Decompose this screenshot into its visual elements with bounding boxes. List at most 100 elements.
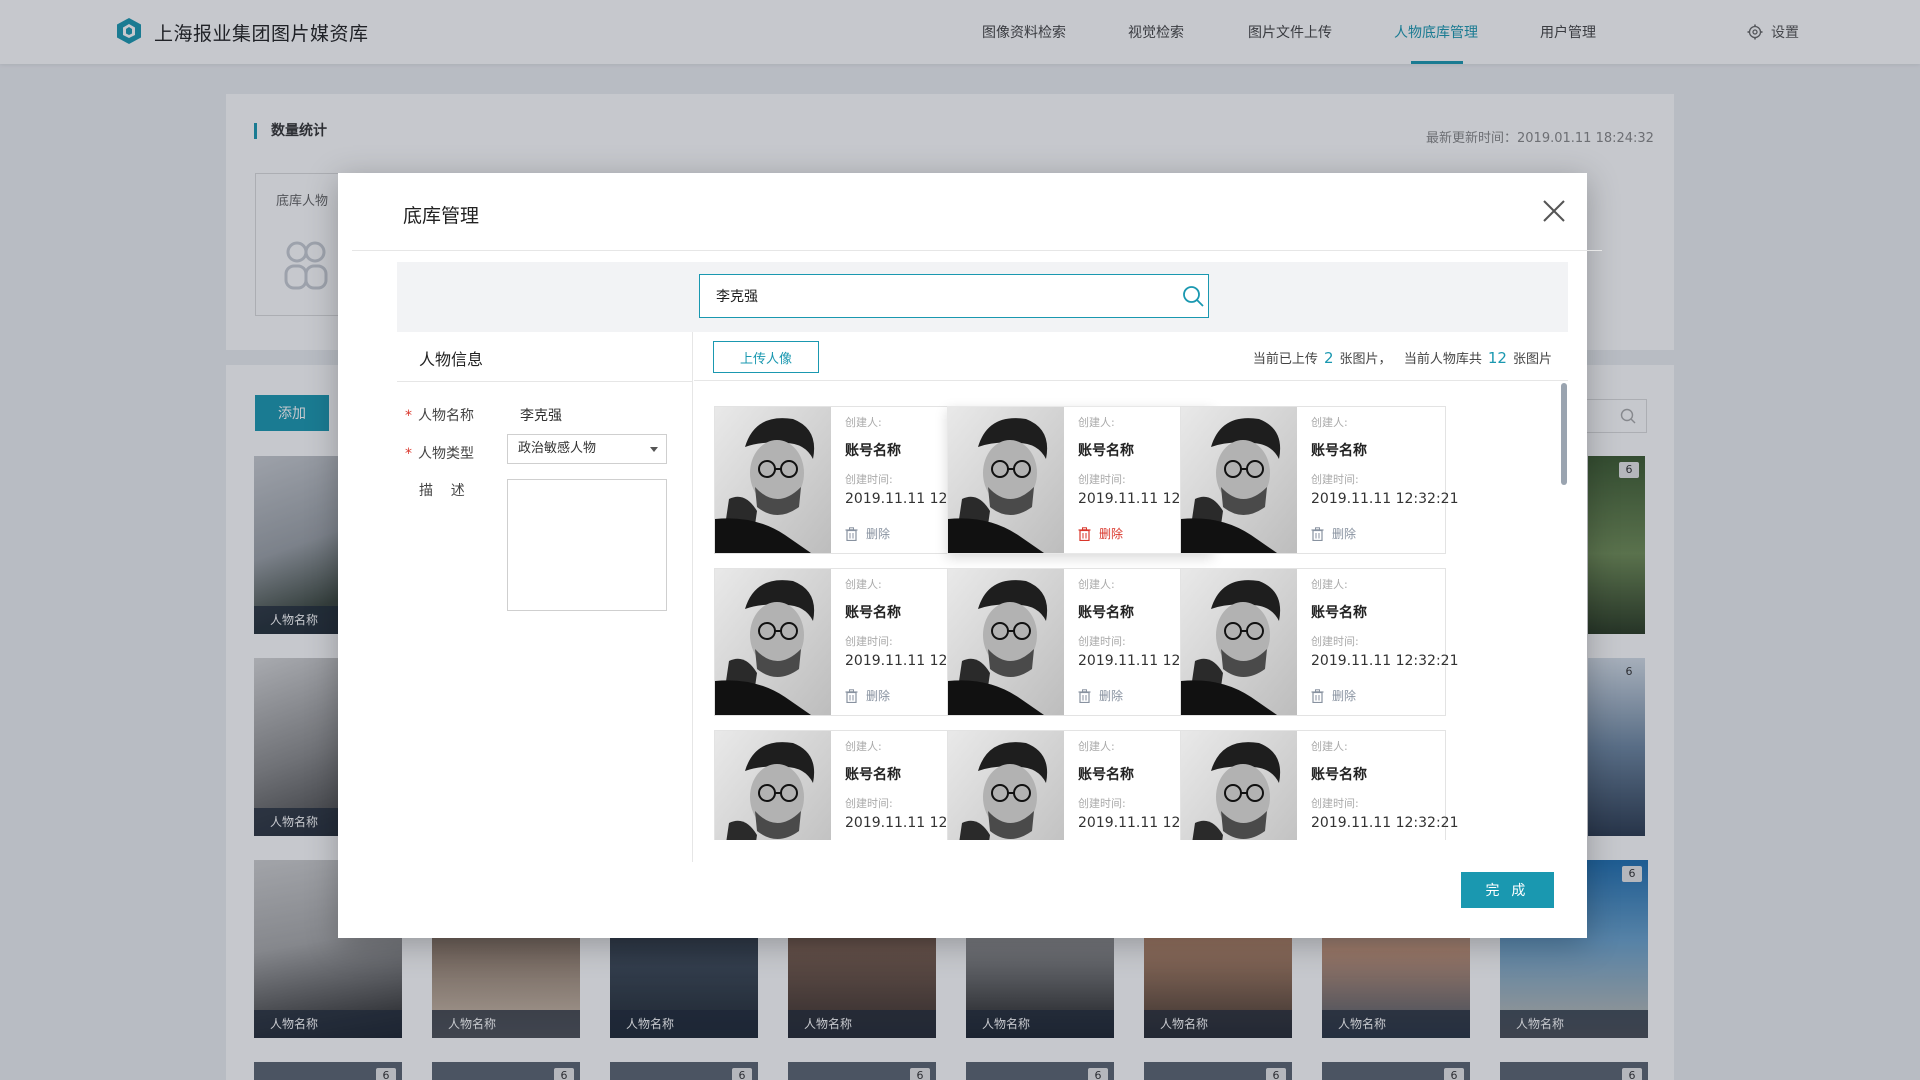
person-type-select[interactable]: 政治敏感人物 [507, 434, 667, 464]
creator-name: 账号名称 [1078, 767, 1134, 783]
portrait-photo-card[interactable]: 创建人: 账号名称 创建时间: 2019.11.11 12:32:21 删除 [1180, 568, 1459, 716]
delete-label: 删除 [1332, 689, 1357, 703]
portrait-image[interactable] [948, 731, 1064, 840]
trash-icon [1311, 526, 1324, 541]
trash-icon [1311, 688, 1324, 703]
delete-label: 删除 [1099, 689, 1124, 703]
search-band [397, 262, 1568, 332]
creator-name: 账号名称 [845, 605, 901, 621]
portrait-image[interactable] [948, 569, 1064, 715]
portrait-image[interactable] [715, 569, 831, 715]
creator-label: 创建人: [845, 416, 882, 429]
creator-name: 账号名称 [1311, 605, 1367, 621]
count-mid: 张图片， 当前人物库共 [1339, 352, 1482, 367]
portrait-thumbnail [715, 407, 831, 553]
person-name-value: 李克强 [520, 408, 562, 424]
delete-photo-button[interactable]: 删除 [845, 525, 890, 542]
description-textarea[interactable] [507, 479, 667, 611]
creator-name: 账号名称 [1078, 443, 1134, 459]
portrait-image[interactable] [715, 407, 831, 553]
creator-label: 创建人: [1078, 578, 1115, 591]
trash-icon [845, 688, 858, 703]
dialog-title: 底库管理 [403, 205, 480, 227]
count-prefix: 当前已上传 [1252, 352, 1318, 367]
delete-photo-button[interactable]: 删除 [1311, 687, 1356, 704]
created-time-label: 创建时间: [1078, 797, 1126, 810]
created-time-label: 创建时间: [1311, 635, 1359, 648]
person-info-title: 人物信息 [419, 350, 484, 369]
delete-label: 删除 [1099, 527, 1124, 541]
trash-icon [845, 526, 858, 541]
required-mark: * [405, 408, 412, 424]
portrait-thumbnail [948, 407, 1064, 553]
photo-grid[interactable]: 创建人: 账号名称 创建时间: 2019.11.11 12:32:21 删除 创… [694, 382, 1568, 840]
creator-name: 账号名称 [845, 443, 901, 459]
portrait-image[interactable] [948, 407, 1064, 553]
creator-name: 账号名称 [1311, 443, 1367, 459]
creator-label: 创建人: [1311, 578, 1348, 591]
delete-photo-button[interactable]: 删除 [1311, 525, 1356, 542]
done-button[interactable]: 完 成 [1461, 872, 1554, 908]
creator-label: 创建人: [1311, 416, 1348, 429]
portrait-thumbnail [715, 569, 831, 715]
library-management-dialog: 底库管理 人物信息 * 人物名称 李克强 * 人物类型 政治敏感人物 描 述 上传人… [338, 173, 1602, 938]
portrait-photo-card[interactable]: 创建人: 账号名称 创建时间: 2019.11.11 12:32:21 删除 [947, 406, 1226, 554]
delete-label: 删除 [866, 527, 891, 541]
person-info-divider [397, 381, 693, 382]
creator-label: 创建人: [1311, 740, 1348, 753]
creator-label: 创建人: [845, 578, 882, 591]
search-icon[interactable] [1182, 285, 1204, 307]
created-time-label: 创建时间: [845, 797, 893, 810]
portrait-thumbnail [948, 569, 1064, 715]
chevron-down-icon [650, 447, 658, 452]
portrait-photo-card[interactable]: 创建人: 账号名称 创建时间: 2019.11.11 12:32:21 删除 [947, 568, 1226, 716]
portrait-image[interactable] [1181, 407, 1297, 553]
portrait-thumbnail [715, 731, 831, 840]
uploaded-count: 2 [1323, 349, 1334, 367]
person-type-label-text: 人物类型 [418, 446, 474, 462]
created-time-label: 创建时间: [1311, 473, 1359, 486]
portrait-thumbnail [1181, 407, 1297, 553]
creator-name: 账号名称 [845, 767, 901, 783]
portrait-photo-card[interactable]: 创建人: 账号名称 创建时间: 2019.11.11 12:32:21 删除 [714, 406, 993, 554]
person-search-input[interactable] [699, 274, 1209, 318]
portrait-image[interactable] [1181, 731, 1297, 840]
portrait-photo-card[interactable]: 创建人: 账号名称 创建时间: 2019.11.11 12:32:21 删除 [714, 568, 993, 716]
portrait-thumbnail [1181, 569, 1297, 715]
created-time-label: 创建时间: [1311, 797, 1359, 810]
portrait-photo-card[interactable]: 创建人: 账号名称 创建时间: 2019.11.11 12:32:21 删除 [714, 730, 993, 840]
created-time-label: 创建时间: [845, 473, 893, 486]
created-time-label: 创建时间: [845, 635, 893, 648]
dialog-divider [352, 250, 1602, 251]
count-suffix: 张图片 [1512, 352, 1552, 367]
description-label: 描 述 [419, 483, 465, 499]
portrait-photo-card[interactable]: 创建人: 账号名称 创建时间: 2019.11.11 12:32:21 删除 [1180, 406, 1459, 554]
created-time-label: 创建时间: [1078, 635, 1126, 648]
created-time: 2019.11.11 12:32:21 [1311, 491, 1459, 507]
delete-label: 删除 [1332, 527, 1357, 541]
delete-photo-button[interactable]: 删除 [1078, 687, 1123, 704]
portrait-photo-card[interactable]: 创建人: 账号名称 创建时间: 2019.11.11 12:32:21 删除 [1180, 730, 1459, 840]
delete-photo-button[interactable]: 删除 [845, 687, 890, 704]
total-count: 12 [1487, 349, 1507, 367]
person-name-label-text: 人物名称 [418, 408, 474, 424]
photo-list-header: 上传人像 当前已上传 2 张图片， 当前人物库共 12 张图片 [694, 332, 1568, 381]
person-type-selected-value: 政治敏感人物 [518, 441, 597, 456]
photo-count-summary: 当前已上传 2 张图片， 当前人物库共 12 张图片 [1253, 348, 1552, 367]
delete-label: 删除 [866, 689, 891, 703]
upload-portrait-button[interactable]: 上传人像 [713, 341, 819, 373]
portrait-photo-card[interactable]: 创建人: 账号名称 创建时间: 2019.11.11 12:32:21 删除 [947, 730, 1226, 840]
person-info-panel: 人物信息 * 人物名称 李克强 * 人物类型 政治敏感人物 描 述 [397, 332, 693, 862]
created-time: 2019.11.11 12:32:21 [1311, 653, 1459, 669]
creator-label: 创建人: [1078, 416, 1115, 429]
creator-name: 账号名称 [1311, 767, 1367, 783]
trash-icon [1078, 688, 1091, 703]
creator-label: 创建人: [845, 740, 882, 753]
delete-photo-button[interactable]: 删除 [1078, 525, 1123, 542]
close-icon[interactable] [1540, 197, 1568, 225]
portrait-image[interactable] [1181, 569, 1297, 715]
required-mark: * [405, 446, 412, 462]
photo-grid-scrollbar[interactable] [1561, 383, 1567, 485]
portrait-image[interactable] [715, 731, 831, 840]
creator-name: 账号名称 [1078, 605, 1134, 621]
